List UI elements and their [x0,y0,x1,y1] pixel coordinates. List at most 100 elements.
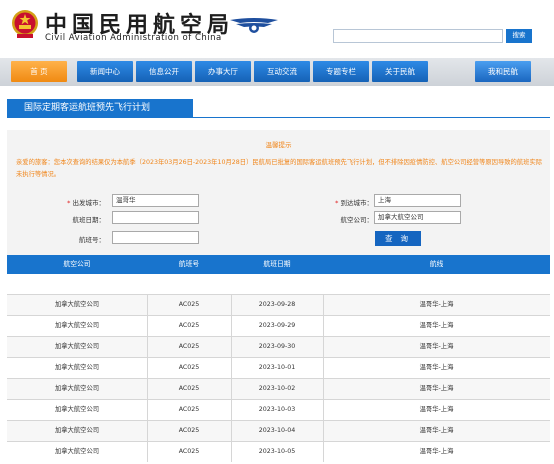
cell-flight-date: 2023-09-28 [258,301,296,308]
national-emblem-icon [12,10,38,38]
cell-flight-number: AC025 [178,301,200,308]
cell-route: 温哥华-上海 [419,406,454,413]
cell-airline: 加拿大航空公司 [54,322,100,329]
cell-flight-number: AC025 [178,322,200,329]
cell-divider [231,295,232,315]
results-table-body: 加拿大航空公司 AC025 2023-09-28 温哥华-上海 加拿大航空公司 AC025… [7,294,550,462]
main-nav: 首 页 新闻中心 信息公开 办事大厅 互动交流 专题专栏 关于民航 我和民航 [0,58,554,86]
cell-flight-date: 2023-10-03 [258,406,296,413]
cell-flight-number: AC025 [178,364,200,371]
table-row: 加拿大航空公司 AC025 2023-09-29 温哥华-上海 [7,315,550,336]
cell-divider [147,421,148,441]
airline-input[interactable]: 加拿大航空公司 [374,211,461,224]
cell-divider [323,400,324,420]
column-header-flight-number: 航班号 [178,260,200,268]
column-header-flight-date: 航班日期 [263,260,291,268]
nav-item-services[interactable]: 办事大厅 [195,61,251,82]
cell-flight-date: 2023-10-05 [258,448,296,455]
nav-item-me-and-caac[interactable]: 我和民航 [475,61,531,82]
cell-divider [231,421,232,441]
nav-item-home[interactable]: 首 页 [11,61,67,82]
cell-flight-number: AC025 [178,427,200,434]
results-table-header: 航空公司 航班号 航班日期 航线 [7,255,550,274]
cell-airline: 加拿大航空公司 [54,301,100,308]
cell-airline: 加拿大航空公司 [54,448,100,455]
cell-divider [147,400,148,420]
notice-title: 温馨提示 [265,141,292,149]
flight-date-input[interactable] [112,211,199,224]
arrival-label: * 到达城市： [335,199,373,207]
column-header-airline: 航空公司 [63,260,91,268]
site-search-input[interactable] [333,29,503,43]
column-header-route: 航线 [429,260,444,268]
cell-route: 温哥华-上海 [419,301,454,308]
table-row: 加拿大航空公司 AC025 2023-10-04 温哥华-上海 [7,420,550,441]
flight-number-label: 航班号： [79,236,105,244]
cell-divider [323,316,324,336]
nav-item-topics[interactable]: 专题专栏 [313,61,369,82]
cell-flight-date: 2023-09-29 [258,322,296,329]
table-row: 加拿大航空公司 AC025 2023-10-01 温哥华-上海 [7,357,550,378]
cell-divider [147,358,148,378]
page-title: 国际定期客运航班预先飞行计划 [7,99,193,117]
cell-route: 温哥华-上海 [419,322,454,329]
flight-date-label: 航班日期： [72,216,106,224]
cell-flight-number: AC025 [178,343,200,350]
cell-divider [231,400,232,420]
cell-flight-number: AC025 [178,406,200,413]
cell-divider [323,337,324,357]
caac-wings-logo-icon [230,18,278,33]
cell-flight-number: AC025 [178,385,200,392]
cell-divider [231,316,232,336]
cell-flight-date: 2023-10-02 [258,385,296,392]
title-divider [7,117,550,118]
nav-item-about[interactable]: 关于民航 [372,61,428,82]
cell-airline: 加拿大航空公司 [54,406,100,413]
departure-label: * 出发城市： [67,199,105,207]
cell-airline: 加拿大航空公司 [54,427,100,434]
cell-divider [147,316,148,336]
table-row: 加拿大航空公司 AC025 2023-10-03 温哥华-上海 [7,399,550,420]
cell-route: 温哥华-上海 [419,364,454,371]
table-row: 加拿大航空公司 AC025 2023-10-05 温哥华-上海 [7,441,550,462]
table-row: 加拿大航空公司 AC025 2023-10-02 温哥华-上海 [7,378,550,399]
cell-divider [323,295,324,315]
flight-number-input[interactable] [112,231,199,244]
cell-flight-date: 2023-09-30 [258,343,296,350]
cell-divider [147,337,148,357]
cell-divider [147,442,148,462]
cell-divider [323,442,324,462]
cell-divider [231,337,232,357]
cell-divider [323,358,324,378]
notice-text: 亲爱的旅客：您本次查询的结果仅为本航季（2023年03月26日-2023年10月… [16,159,543,178]
departure-city-input[interactable]: 温哥华 [112,194,199,207]
cell-divider [147,379,148,399]
cell-route: 温哥华-上海 [419,427,454,434]
nav-item-disclosure[interactable]: 信息公开 [136,61,192,82]
cell-divider [231,379,232,399]
site-title-en: Civil Aviation Administration of China [45,33,222,43]
nav-item-news[interactable]: 新闻中心 [77,61,133,82]
site-search-button[interactable]: 搜索 [506,29,532,43]
cell-route: 温哥华-上海 [419,448,454,455]
table-row: 加拿大航空公司 AC025 2023-09-30 温哥华-上海 [7,336,550,357]
cell-divider [231,358,232,378]
cell-flight-number: AC025 [178,448,200,455]
cell-airline: 加拿大航空公司 [54,385,100,392]
airline-label: 航空公司： [340,216,374,224]
nav-item-interaction[interactable]: 互动交流 [254,61,310,82]
table-row: 加拿大航空公司 AC025 2023-09-28 温哥华-上海 [7,294,550,315]
site-header: 中国民用航空局 Civil Aviation Administration of… [0,0,554,56]
query-button[interactable]: 查 询 [375,231,421,246]
cell-airline: 加拿大航空公司 [54,364,100,371]
cell-divider [323,421,324,441]
cell-route: 温哥华-上海 [419,385,454,392]
cell-divider [147,295,148,315]
arrival-city-input[interactable]: 上海 [374,194,461,207]
cell-divider [231,442,232,462]
cell-airline: 加拿大航空公司 [54,343,100,350]
cell-divider [323,379,324,399]
cell-flight-date: 2023-10-01 [258,364,296,371]
cell-route: 温哥华-上海 [419,343,454,350]
cell-flight-date: 2023-10-04 [258,427,296,434]
